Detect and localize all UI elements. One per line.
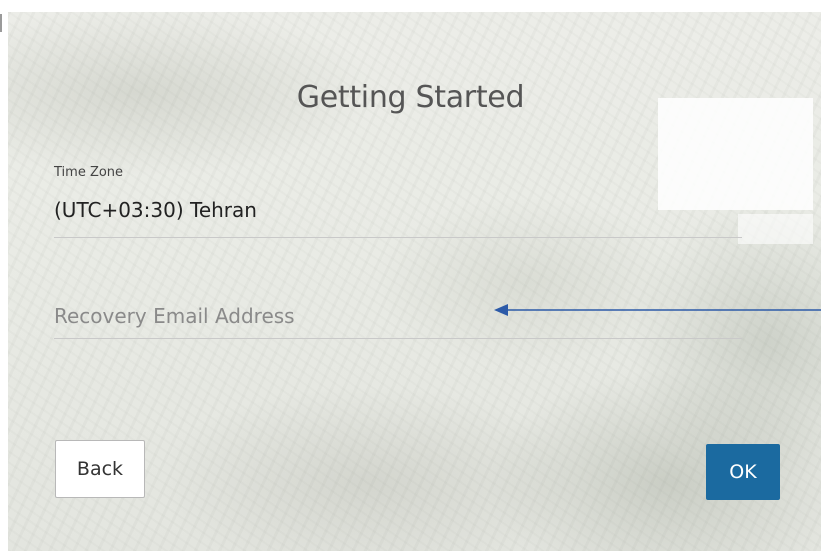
time-zone-label: Time Zone (54, 165, 124, 180)
time-zone-select[interactable]: (UTC+03:30) Tehran (54, 198, 257, 222)
dialog-title: Getting Started (296, 80, 525, 115)
recovery-email-underline (54, 338, 742, 339)
edge-tick-mark (0, 14, 2, 32)
time-zone-underline (54, 237, 742, 238)
back-button[interactable]: Back (55, 440, 145, 498)
back-button-label: Back (76, 458, 124, 480)
background-highlight-lower (738, 214, 813, 244)
left-arrow-annotation-icon (494, 304, 821, 316)
ok-button-label: OK (729, 461, 757, 483)
ok-button[interactable]: OK (706, 444, 780, 500)
